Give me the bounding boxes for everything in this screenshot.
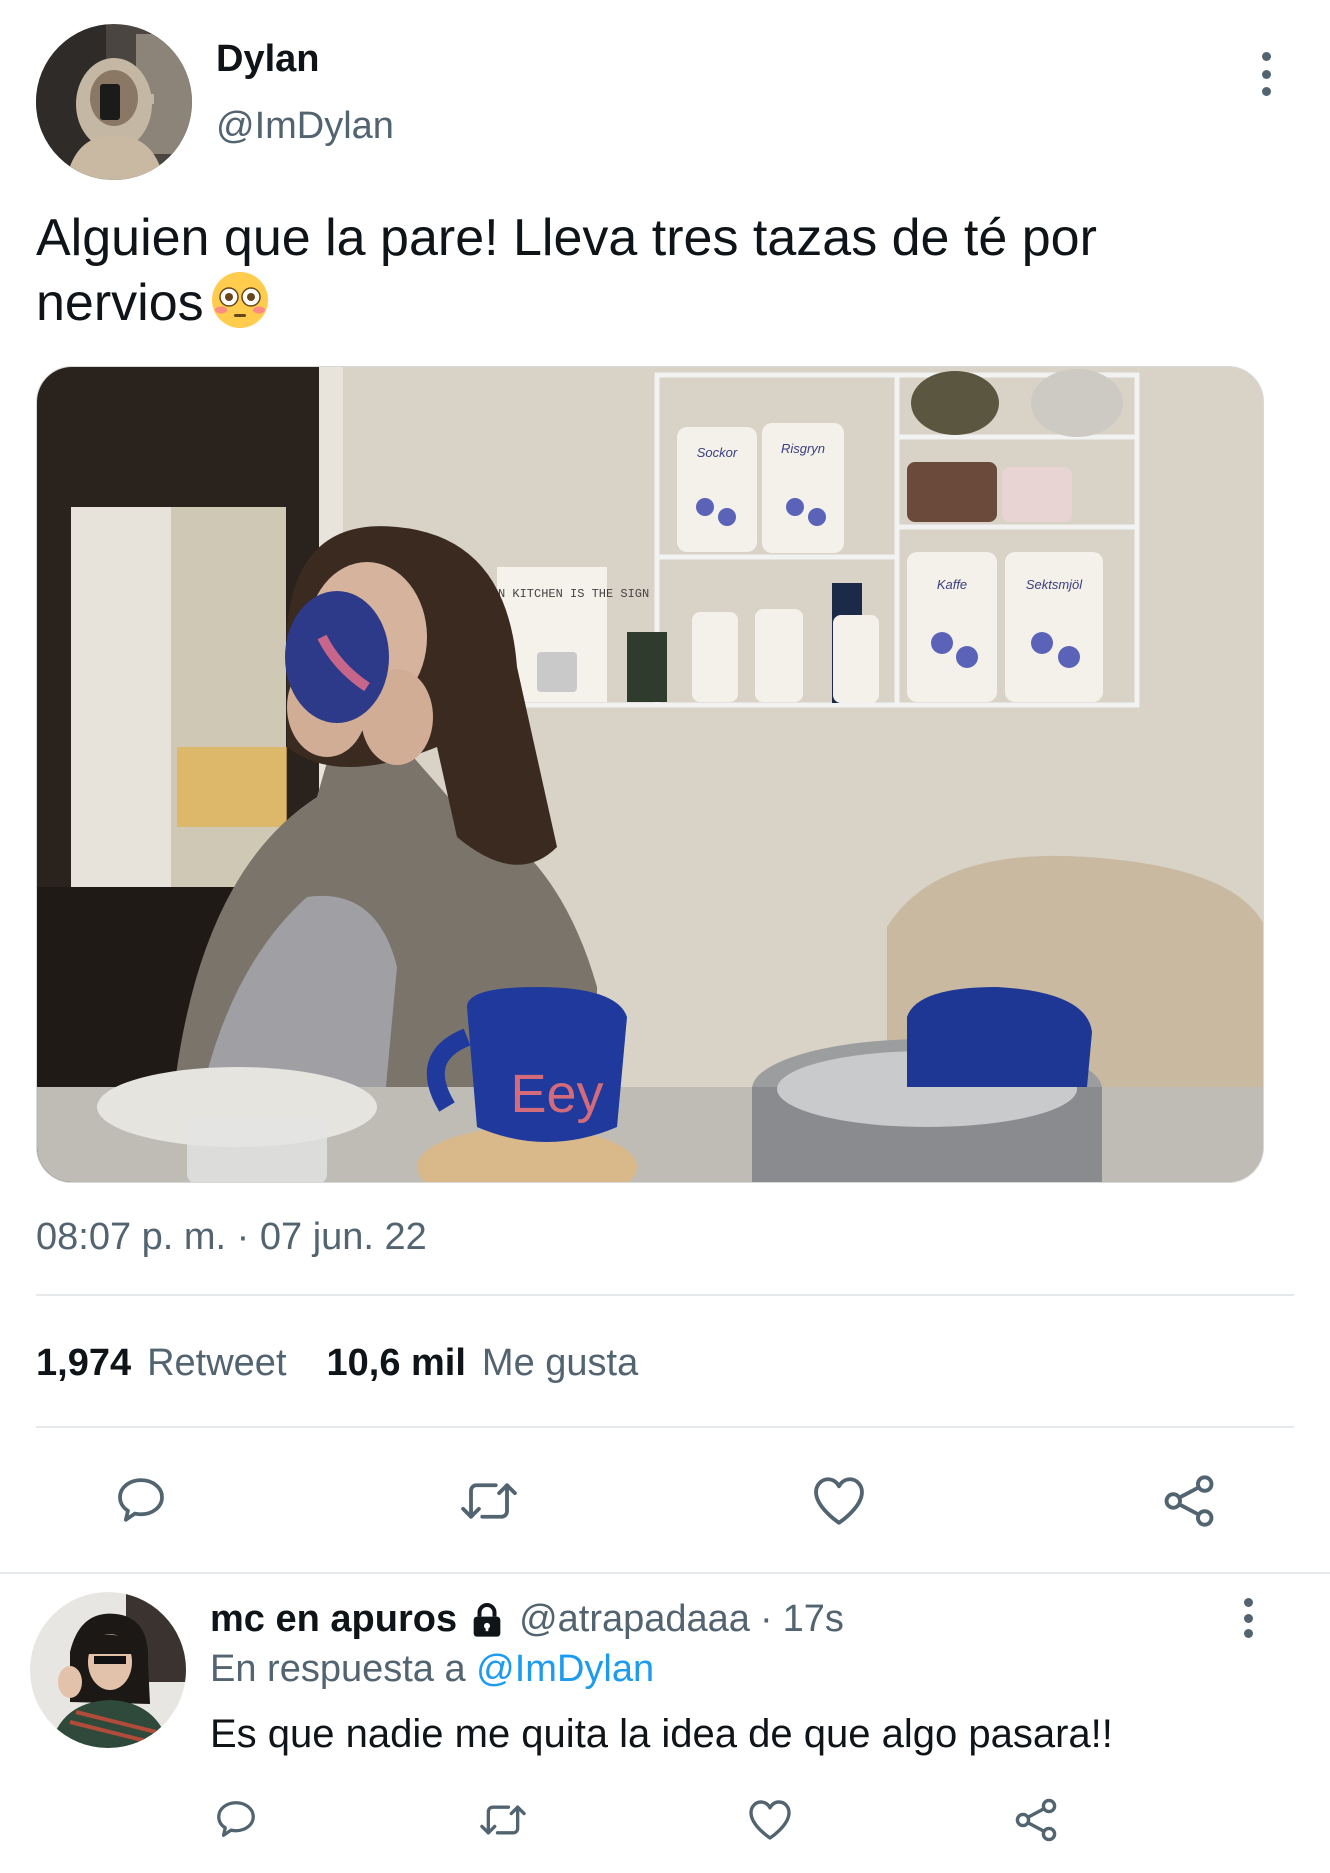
section-divider xyxy=(0,1572,1330,1574)
heart-icon[interactable] xyxy=(746,1798,794,1842)
tweet-timestamp[interactable]: 08:07 p. m. · 07 jun. 22 xyxy=(36,1216,427,1259)
retweet-icon[interactable] xyxy=(476,1798,530,1842)
reply-author-handle[interactable]: @atrapadaaa xyxy=(519,1598,750,1641)
author-handle[interactable]: @ImDylan xyxy=(216,105,394,148)
replying-to-label: En respuesta a xyxy=(210,1648,466,1690)
author-avatar[interactable] xyxy=(36,24,192,180)
retweet-label[interactable]: Retweet xyxy=(147,1342,286,1385)
tweet-text: Alguien que la pare! Lleva tres tazas de… xyxy=(36,206,1236,335)
more-options-icon[interactable] xyxy=(1236,1598,1260,1638)
jar-label: Sockor xyxy=(697,445,738,460)
divider xyxy=(36,1294,1294,1296)
divider xyxy=(36,1426,1294,1428)
mug-text: Eey xyxy=(510,1064,603,1124)
heart-icon[interactable] xyxy=(810,1474,868,1528)
engagement-stats: 1,974 Retweet 10,6 mil Me gusta xyxy=(36,1342,638,1385)
retweet-count[interactable]: 1,974 xyxy=(36,1342,131,1385)
flushed-face-emoji-icon xyxy=(210,270,270,330)
reply-icon[interactable] xyxy=(112,1472,170,1528)
reply-header: mc en apuros @atrapadaaa · 17s xyxy=(210,1598,844,1641)
author-name[interactable]: Dylan xyxy=(216,38,319,81)
reply-time[interactable]: 17s xyxy=(783,1598,844,1641)
replying-to: En respuesta a @ImDylan xyxy=(210,1648,654,1691)
retweet-icon[interactable] xyxy=(456,1474,522,1528)
reply-author-name[interactable]: mc en apuros xyxy=(210,1598,457,1641)
lock-icon xyxy=(467,1600,507,1640)
jar-label: Risgryn xyxy=(781,441,825,456)
share-icon[interactable] xyxy=(1160,1472,1218,1530)
reply-text: Es que nadie me quita la idea de que alg… xyxy=(210,1712,1113,1756)
jar-label: Sektsmjöl xyxy=(1026,577,1083,592)
jar-label: Kaffe xyxy=(937,577,967,592)
replying-to-handle[interactable]: @ImDylan xyxy=(476,1648,654,1690)
tweet-photo[interactable]: Sockor Risgryn Kaffe Sektsmjöl A CLEAN K… xyxy=(36,366,1264,1183)
separator-dot: · xyxy=(759,1598,773,1640)
like-label[interactable]: Me gusta xyxy=(482,1342,638,1385)
more-options-icon[interactable] xyxy=(1254,52,1278,96)
share-icon[interactable] xyxy=(1012,1796,1060,1844)
reply-icon[interactable] xyxy=(212,1796,260,1842)
tweet-body: Alguien que la pare! Lleva tres tazas de… xyxy=(36,209,1097,332)
reply-author-avatar[interactable] xyxy=(30,1592,186,1748)
like-count[interactable]: 10,6 mil xyxy=(327,1342,466,1385)
